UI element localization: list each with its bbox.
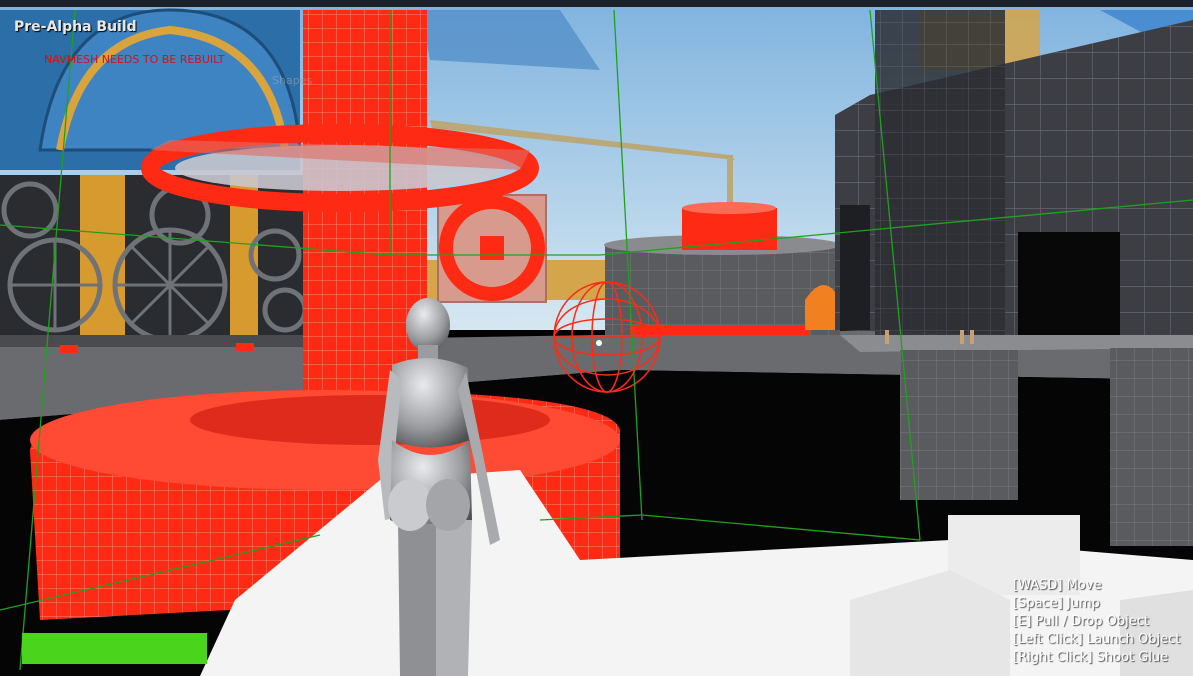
faint-overlay-label: Shapes — [272, 74, 313, 87]
control-hint-move: [WASD] Move — [1013, 578, 1102, 593]
build-label: Pre-Alpha Build — [14, 19, 137, 35]
health-bar-fill — [22, 633, 207, 664]
control-hint-launch: [Left Click] Launch Object — [1013, 632, 1181, 647]
tower-doorway — [1018, 232, 1120, 337]
health-bar — [22, 633, 207, 664]
window-top-bar — [0, 0, 1193, 7]
control-hint-glue: [Right Click] Shoot Glue — [1013, 650, 1169, 665]
game-scene — [0, 0, 1193, 676]
navmesh-warning: NAVMESH NEEDS TO BE REBUILT — [44, 53, 225, 66]
controls-help: [WASD] Move [Space] Jump [E] Pull / Drop… — [1013, 577, 1180, 667]
wireframe-sphere — [553, 281, 661, 393]
game-viewport[interactable]: Pre-Alpha Build NAVMESH NEEDS TO BE REBU… — [0, 0, 1193, 676]
control-hint-jump: [Space] Jump — [1013, 596, 1100, 611]
red-cylinder — [682, 208, 777, 250]
control-hint-pull: [E] Pull / Drop Object — [1013, 614, 1149, 629]
